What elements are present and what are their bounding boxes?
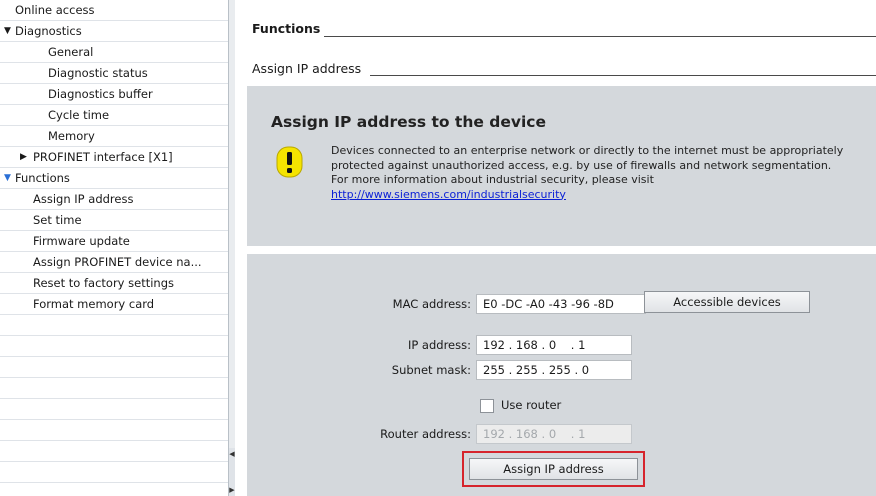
mac-address-field[interactable]: E0 -DC -A0 -43 -96 -8D — [476, 294, 646, 314]
nav-item-label: Memory — [48, 129, 95, 143]
nav-item-format-memory-card[interactable]: Format memory card — [0, 294, 228, 315]
subnet-mask-field[interactable]: 255 . 255 . 255 . 0 — [476, 360, 632, 380]
nav-item-assign-ip-address[interactable]: Assign IP address — [0, 189, 228, 210]
router-address-label: Router address: — [380, 427, 471, 441]
nav-item-label: PROFINET interface [X1] — [33, 150, 173, 164]
nav-item-set-time[interactable]: Set time — [0, 210, 228, 231]
nav-item-reset-to-factory-settings[interactable]: Reset to factory settings — [0, 273, 228, 294]
scroll-left-arrow-icon[interactable]: ◀ — [229, 448, 235, 460]
industrial-security-link[interactable]: http://www.siemens.com/industrialsecurit… — [331, 188, 566, 201]
nav-item-label: Diagnostics — [15, 24, 82, 38]
section-header-functions: Functions — [252, 21, 320, 36]
warning-icon — [276, 146, 303, 178]
subsection-title: Assign IP address — [252, 61, 362, 76]
nav-item-memory[interactable]: Memory — [0, 126, 228, 147]
router-address-field: 192 . 168 . 0 . 1 — [476, 424, 632, 444]
ip-address-field[interactable]: 192 . 168 . 0 . 1 — [476, 335, 632, 355]
nav-item-cycle-time[interactable]: Cycle time — [0, 105, 228, 126]
nav-item-assign-profinet-device-na[interactable]: Assign PROFINET device na... — [0, 252, 228, 273]
nav-item-label: Diagnostics buffer — [48, 87, 153, 101]
nav-empty-row — [0, 357, 228, 378]
scroll-right-arrow-icon[interactable]: ▶ — [229, 484, 235, 496]
nav-item-diagnostics[interactable]: ▼ Diagnostics — [0, 21, 228, 42]
nav-item-label: Diagnostic status — [48, 66, 148, 80]
mac-address-label: MAC address: — [392, 297, 471, 311]
accessible-devices-button[interactable]: Accessible devices — [644, 291, 810, 313]
warning-line-2: protected against unauthorized access, e… — [331, 158, 832, 172]
nav-empty-row — [0, 378, 228, 399]
assign-ip-form: MAC address: E0 -DC -A0 -43 -96 -8D Acce… — [247, 254, 876, 496]
nav-item-label: Assign PROFINET device na... — [33, 255, 202, 269]
nav-item-general[interactable]: General — [0, 42, 228, 63]
security-info-panel: Assign IP address to the device Devices … — [247, 86, 876, 246]
nav-item-label: Reset to factory settings — [33, 276, 174, 290]
nav-empty-row — [0, 315, 228, 336]
nav-item-label: Functions — [15, 171, 70, 185]
section-title: Functions — [252, 21, 321, 36]
highlight-box — [462, 451, 645, 487]
nav-item-diagnostic-status[interactable]: Diagnostic status — [0, 63, 228, 84]
nav-item-functions[interactable]: ▼ Functions — [0, 168, 228, 189]
nav-item-label: Firmware update — [33, 234, 130, 248]
nav-item-label: General — [48, 45, 94, 59]
subsection-header: Assign IP address — [252, 61, 361, 76]
warning-line-1: Devices connected to an enterprise netwo… — [331, 144, 844, 157]
nav-empty-row — [0, 420, 228, 441]
nav-item-label: Cycle time — [48, 108, 110, 122]
nav-item-label: Online access — [15, 3, 95, 17]
navigation-tree: Online access ▼ Diagnostics General Diagnost… — [0, 0, 228, 496]
section-divider — [324, 36, 876, 37]
collapsed-caret-icon[interactable]: ▶ — [20, 147, 27, 167]
nav-empty-row — [0, 336, 228, 357]
scrollbar-thumb[interactable] — [229, 0, 235, 448]
warning-line-3: For more information about industrial se… — [331, 173, 654, 186]
info-heading: Assign IP address to the device — [271, 113, 546, 131]
nav-item-diagnostics-buffer[interactable]: Diagnostics buffer — [0, 84, 228, 105]
warning-message: Devices connected to an enterprise netwo… — [331, 144, 876, 202]
nav-item-label: Format memory card — [33, 297, 155, 311]
nav-scrollbar[interactable]: ◀ ▶ — [228, 0, 235, 496]
nav-item-profinet-interface-x1[interactable]: ▶ PROFINET interface [X1] — [0, 147, 228, 168]
nav-empty-row — [0, 441, 228, 462]
expanded-caret-icon[interactable]: ▼ — [4, 21, 11, 41]
nav-item-label: Assign IP address — [33, 192, 134, 206]
nav-item-online-access[interactable]: Online access — [0, 0, 228, 21]
nav-item-firmware-update[interactable]: Firmware update — [0, 231, 228, 252]
ip-address-label: IP address: — [407, 338, 471, 352]
nav-empty-row — [0, 462, 228, 483]
use-router-label: Use router — [501, 398, 562, 412]
subsection-divider — [370, 75, 876, 76]
subnet-mask-label: Subnet mask: — [391, 363, 471, 377]
use-router-checkbox[interactable] — [480, 399, 494, 413]
nav-empty-row — [0, 399, 228, 420]
content-area: Functions Assign IP address Assign IP ad… — [236, 0, 876, 496]
nav-item-label: Set time — [33, 213, 82, 227]
expanded-caret-icon[interactable]: ▼ — [4, 168, 11, 188]
